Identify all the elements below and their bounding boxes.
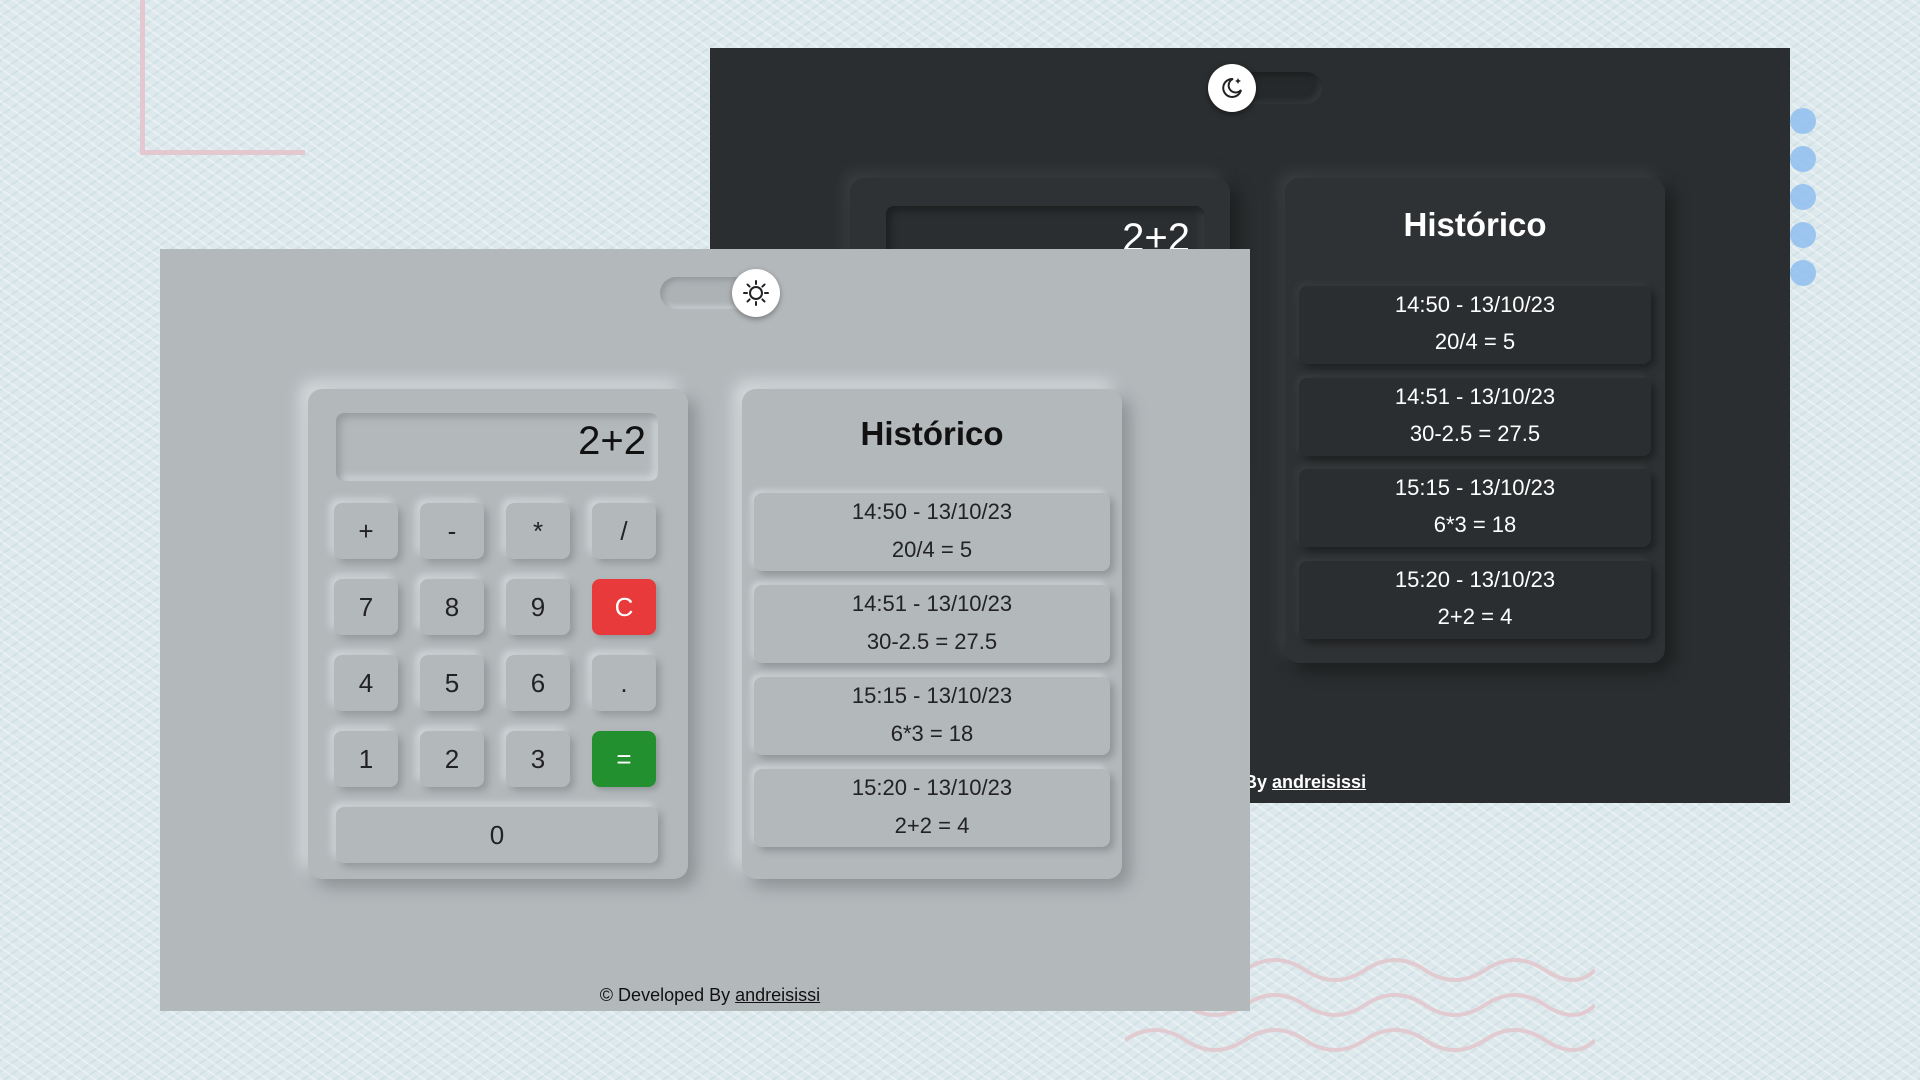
digit-2-button[interactable]: 2 bbox=[420, 731, 484, 787]
history-entry[interactable]: 15:20 - 13/10/23 2+2 = 4 bbox=[1299, 561, 1651, 639]
digit-0-button[interactable]: 0 bbox=[336, 807, 658, 863]
minus-button[interactable]: - bbox=[420, 503, 484, 559]
decorative-dots bbox=[1790, 108, 1816, 298]
history-entry-time: 15:20 - 13/10/23 bbox=[1394, 567, 1556, 592]
history-entry-expression: 2+2 = 4 bbox=[1437, 604, 1513, 629]
history-entry[interactable]: 14:51 - 13/10/23 30-2.5 = 27.5 bbox=[1299, 378, 1651, 456]
history-entry-expression: 20/4 = 5 bbox=[891, 537, 973, 562]
digit-4-button[interactable]: 4 bbox=[334, 655, 398, 711]
history-entry[interactable]: 15:15 - 13/10/23 6*3 = 18 bbox=[754, 677, 1110, 755]
digit-8-button[interactable]: 8 bbox=[420, 579, 484, 635]
history-entry-expression: 20/4 = 5 bbox=[1434, 329, 1516, 354]
history-entry-expression: 6*3 = 18 bbox=[890, 721, 974, 746]
moon-icon bbox=[1222, 77, 1242, 98]
calculator-panel: 2+2 + - * / 7 8 9 C 4 5 6 . 1 2 3 = 0 bbox=[308, 389, 688, 879]
digit-6-button[interactable]: 6 bbox=[506, 655, 570, 711]
plus-button[interactable]: + bbox=[334, 503, 398, 559]
theme-toggle[interactable] bbox=[732, 269, 780, 317]
decorative-frame bbox=[140, 0, 305, 155]
history-entry-expression: 6*3 = 18 bbox=[1433, 512, 1517, 537]
digit-7-button[interactable]: 7 bbox=[334, 579, 398, 635]
digit-1-button[interactable]: 1 bbox=[334, 731, 398, 787]
author-link[interactable]: andreisissi bbox=[1272, 772, 1366, 792]
history-entry-time: 14:50 - 13/10/23 bbox=[851, 499, 1013, 524]
equals-button[interactable]: = bbox=[592, 731, 656, 787]
history-entry-expression: 2+2 = 4 bbox=[894, 813, 970, 838]
history-entry[interactable]: 15:20 - 13/10/23 2+2 = 4 bbox=[754, 769, 1110, 847]
light-theme-window: 2+2 + - * / 7 8 9 C 4 5 6 . 1 2 3 = 0 Hi… bbox=[160, 249, 1250, 1011]
history-entry[interactable]: 14:50 - 13/10/23 20/4 = 5 bbox=[754, 493, 1110, 571]
history-entry-expression: 30-2.5 = 27.5 bbox=[1409, 421, 1541, 446]
sun-icon bbox=[743, 280, 769, 306]
history-entry-expression: 30-2.5 = 27.5 bbox=[866, 629, 998, 654]
history-entry[interactable]: 14:50 - 13/10/23 20/4 = 5 bbox=[1299, 286, 1651, 364]
digit-9-button[interactable]: 9 bbox=[506, 579, 570, 635]
history-entry[interactable]: 14:51 - 13/10/23 30-2.5 = 27.5 bbox=[754, 585, 1110, 663]
history-panel: Histórico 14:50 - 13/10/23 20/4 = 5 14:5… bbox=[742, 389, 1122, 879]
history-entry-time: 14:51 - 13/10/23 bbox=[851, 591, 1013, 616]
history-title: Histórico bbox=[860, 415, 1004, 452]
footer-text: © Developed By bbox=[599, 985, 736, 1005]
decimal-button[interactable]: . bbox=[592, 655, 656, 711]
history-entry-time: 15:20 - 13/10/23 bbox=[851, 775, 1013, 800]
divide-button[interactable]: / bbox=[592, 503, 656, 559]
digit-5-button[interactable]: 5 bbox=[420, 655, 484, 711]
author-link[interactable]: andreisissi bbox=[735, 985, 820, 1005]
digit-3-button[interactable]: 3 bbox=[506, 731, 570, 787]
history-title: Histórico bbox=[1403, 206, 1547, 243]
history-entry-time: 15:15 - 13/10/23 bbox=[1394, 475, 1556, 500]
history-entry[interactable]: 15:15 - 13/10/23 6*3 = 18 bbox=[1299, 469, 1651, 547]
calculator-display: 2+2 bbox=[336, 413, 658, 481]
footer-credit: © Developed By andreisissi bbox=[160, 985, 1250, 1006]
history-entry-time: 15:15 - 13/10/23 bbox=[851, 683, 1013, 708]
history-panel: Histórico 14:50 - 13/10/23 20/4 = 5 14:5… bbox=[1285, 178, 1665, 663]
clear-button[interactable]: C bbox=[592, 579, 656, 635]
history-entry-time: 14:50 - 13/10/23 bbox=[1394, 292, 1556, 317]
theme-toggle[interactable] bbox=[1208, 64, 1256, 112]
history-entry-time: 14:51 - 13/10/23 bbox=[1394, 384, 1556, 409]
multiply-button[interactable]: * bbox=[506, 503, 570, 559]
